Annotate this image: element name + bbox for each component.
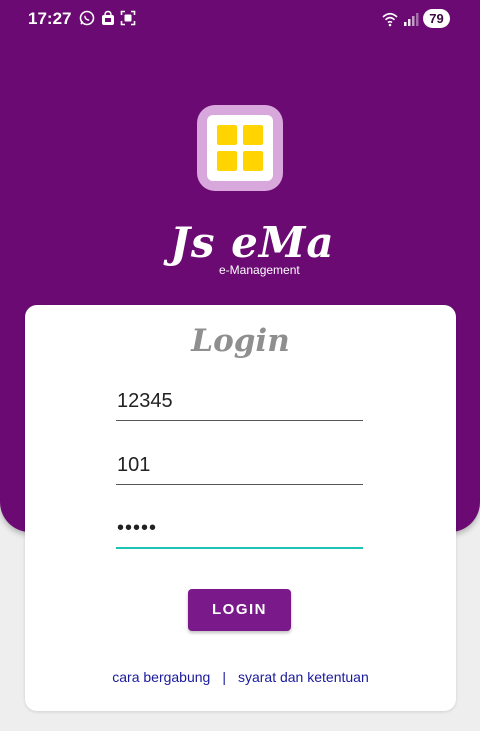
- screen-scan-icon: [120, 10, 136, 26]
- link-separator: |: [222, 669, 226, 685]
- code-field[interactable]: [116, 449, 363, 485]
- password-field[interactable]: [116, 513, 363, 549]
- brand-subtitle: e-Management: [219, 263, 300, 277]
- wifi-icon: [382, 12, 398, 27]
- login-screen: 17:27 79 Js eMa e-Management Login 12345…: [0, 0, 480, 731]
- grid-tile: [217, 125, 237, 145]
- footer-links: cara bergabung | syarat dan ketentuan: [25, 669, 456, 685]
- grid-tile: [243, 125, 263, 145]
- whatsapp-icon: [79, 10, 95, 26]
- status-time: 17:27: [28, 9, 72, 28]
- app-logo-icon: [197, 105, 283, 191]
- signal-icon: [404, 13, 419, 26]
- join-link[interactable]: cara bergabung: [112, 669, 210, 685]
- login-card: Login LOGIN cara bergabung | syarat dan ke…: [25, 305, 456, 711]
- brand-logo: Js eMa e-Management: [0, 214, 480, 284]
- grid-tile: [243, 151, 263, 171]
- login-button[interactable]: LOGIN: [188, 589, 291, 631]
- battery-indicator: 79: [423, 9, 450, 28]
- shop-icon: [102, 10, 114, 25]
- grid-tile: [217, 151, 237, 171]
- username-field[interactable]: [116, 385, 363, 421]
- brand-name: Js eMa: [170, 218, 335, 267]
- status-bar: 17:27 79: [0, 0, 480, 36]
- terms-link[interactable]: syarat dan ketentuan: [238, 669, 369, 685]
- login-title: Login: [191, 323, 290, 359]
- grid-icon: [207, 115, 273, 181]
